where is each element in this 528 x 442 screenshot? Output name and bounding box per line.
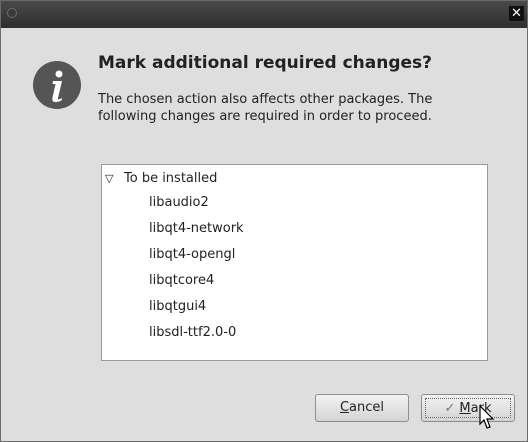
list-item[interactable]: libsdl-ttf2.0-0 <box>149 323 236 343</box>
dialog-window: ✕ Mark additional required changes? The … <box>0 0 528 442</box>
mark-button-focus: ✓Mark <box>425 398 511 418</box>
expand-triangle-icon[interactable]: ▽ <box>105 169 119 189</box>
close-icon[interactable]: ✕ <box>509 6 524 21</box>
list-item[interactable]: libqtcore4 <box>149 271 214 291</box>
cancel-button[interactable]: Cancel <box>315 394 409 422</box>
dialog-description: The chosen action also affects other pac… <box>98 92 433 124</box>
checkmark-icon: ✓ <box>444 401 456 416</box>
mouse-pointer-icon <box>479 405 495 429</box>
changes-list[interactable]: ▽ To be installed libaudio2 libqt4-netwo… <box>101 164 488 361</box>
window-menu-icon[interactable] <box>7 8 17 18</box>
group-label: To be installed <box>124 171 218 186</box>
list-item[interactable]: libaudio2 <box>149 193 209 213</box>
cancel-label: ancel <box>349 400 385 415</box>
dialog-title: Mark additional required changes? <box>98 53 433 73</box>
mark-button[interactable]: ✓Mark <box>421 394 515 422</box>
group-row-to-be-installed[interactable]: ▽ To be installed <box>102 169 487 189</box>
cancel-mnemonic: C <box>339 400 350 415</box>
title-bar[interactable]: ✕ <box>1 1 527 28</box>
list-item[interactable]: libqt4-network <box>149 219 244 239</box>
list-item[interactable]: libqtgui4 <box>149 297 206 317</box>
list-item[interactable]: libqt4-opengl <box>149 245 235 265</box>
mark-mnemonic: M <box>459 401 471 416</box>
info-icon <box>33 61 81 109</box>
